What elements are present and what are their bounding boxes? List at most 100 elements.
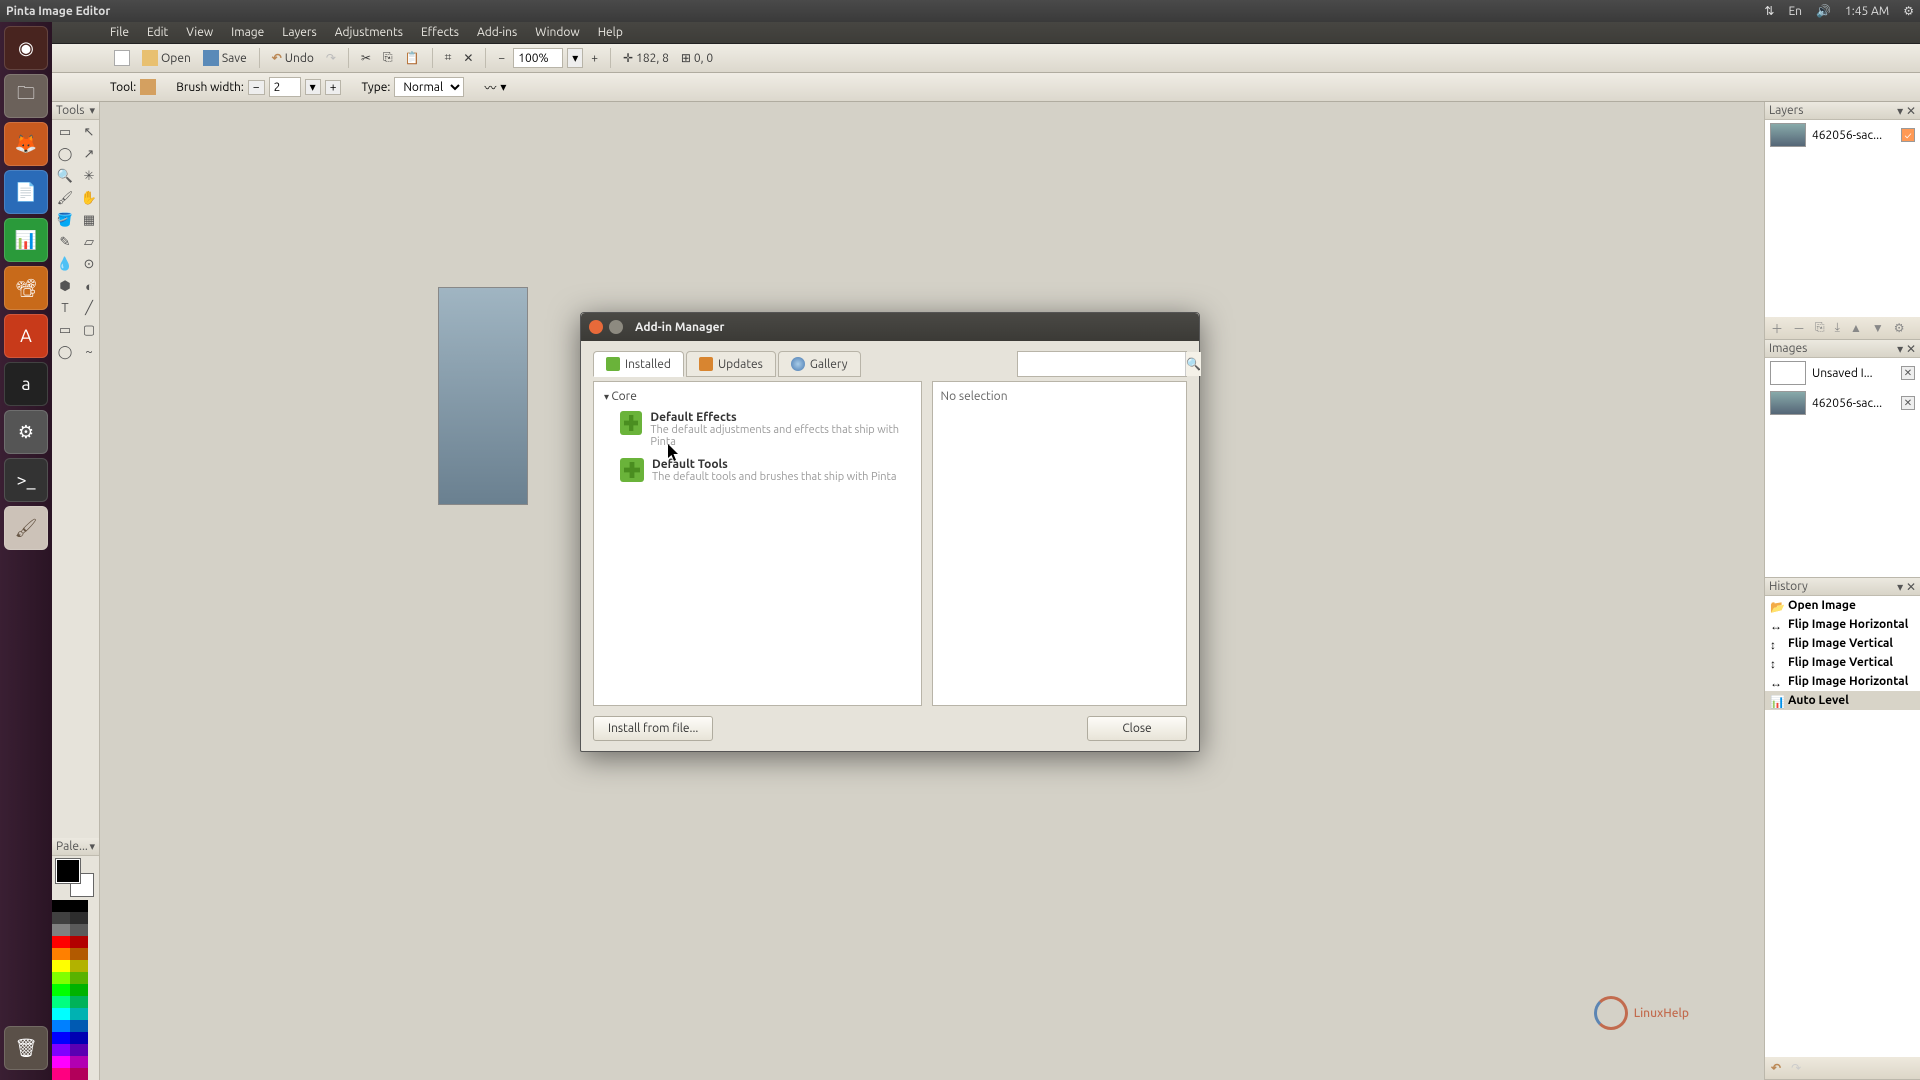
stroke-style-icon[interactable]: 〰 — [484, 79, 496, 96]
dialog-minimize-icon[interactable] — [609, 320, 623, 334]
calc-icon[interactable]: 📊 — [4, 218, 48, 262]
swatch[interactable] — [52, 948, 70, 960]
dialog-titlebar[interactable]: Add-in Manager — [581, 313, 1199, 341]
layer-row[interactable]: 462056-sac...✓ — [1765, 120, 1920, 150]
zoom-out-button[interactable]: − — [494, 50, 509, 67]
brush-type-select[interactable]: Normal — [394, 77, 464, 97]
pinta-icon[interactable]: 🖌 — [4, 506, 48, 550]
swatch[interactable] — [52, 960, 70, 972]
history-item[interactable]: ↔Flip Image Horizontal — [1765, 615, 1920, 634]
wand-tool[interactable]: ✳ — [78, 166, 100, 186]
color-swatches[interactable] — [52, 900, 99, 1080]
menu-adjustments[interactable]: Adjustments — [335, 26, 403, 39]
swatch[interactable] — [52, 924, 70, 936]
ellipse-tool[interactable]: ◯ — [54, 342, 76, 362]
zoom-input[interactable] — [513, 48, 563, 68]
tab-updates[interactable]: Updates — [686, 351, 776, 377]
firefox-icon[interactable]: 🦊 — [4, 122, 48, 166]
menu-help[interactable]: Help — [598, 26, 623, 39]
deselect-button[interactable]: ✕ — [459, 49, 477, 67]
zoom-dropdown-icon[interactable]: ▾ — [567, 48, 583, 68]
text-tool[interactable]: T — [54, 298, 76, 318]
swatch[interactable] — [70, 1020, 88, 1032]
zoom-tool[interactable]: 🔍 — [54, 166, 76, 186]
history-minimize-icon[interactable]: ▾ — [1897, 581, 1903, 594]
redo-button[interactable]: ↷ — [322, 49, 340, 67]
swatch[interactable] — [52, 1068, 70, 1080]
swatch[interactable] — [52, 1044, 70, 1056]
swatch[interactable] — [52, 1056, 70, 1068]
swatch[interactable] — [70, 900, 88, 912]
settings-icon[interactable]: ⚙ — [4, 410, 48, 454]
lasso-tool[interactable]: ◯ — [54, 144, 76, 164]
delete-layer-icon[interactable]: － — [1793, 320, 1805, 337]
history-close-icon[interactable]: ✕ — [1906, 581, 1916, 594]
color-select-tool[interactable]: ◐ — [78, 276, 100, 296]
swatch[interactable] — [70, 1044, 88, 1056]
save-button[interactable]: Save — [199, 48, 251, 68]
dash-icon[interactable]: ◉ — [4, 26, 48, 70]
crop-button[interactable]: ⌗ — [441, 49, 456, 67]
brush-width-minus[interactable]: − — [248, 80, 265, 95]
addin-search[interactable]: 🔍 — [1017, 351, 1187, 377]
swatch[interactable] — [52, 900, 70, 912]
clock[interactable]: 1:45 AM — [1845, 5, 1889, 18]
swatch[interactable] — [52, 1008, 70, 1020]
network-icon[interactable]: ⇅ — [1764, 4, 1774, 18]
menu-effects[interactable]: Effects — [421, 26, 459, 39]
addin-item[interactable]: Default ToolsThe default tools and brush… — [602, 454, 913, 489]
swatch[interactable] — [70, 960, 88, 972]
swatch[interactable] — [70, 924, 88, 936]
swatch[interactable] — [70, 1068, 88, 1080]
sound-icon[interactable]: 🔊 — [1816, 4, 1831, 18]
history-item[interactable]: 📊Auto Level — [1765, 691, 1920, 710]
history-item[interactable]: ↔Flip Image Horizontal — [1765, 672, 1920, 691]
swatch[interactable] — [52, 972, 70, 984]
paintbrush-tool[interactable]: 🖌 — [54, 188, 76, 208]
rounded-rect-tool[interactable]: ▢ — [78, 320, 100, 340]
image-close-icon[interactable]: ✕ — [1901, 396, 1915, 410]
paste-button[interactable]: 📋 — [401, 49, 424, 67]
tools-panel-dropdown-icon[interactable]: ▾ — [89, 104, 95, 117]
swatch[interactable] — [70, 996, 88, 1008]
history-item[interactable]: ↕Flip Image Vertical — [1765, 653, 1920, 672]
tab-installed[interactable]: Installed — [593, 351, 684, 377]
move-tool[interactable]: ↖ — [78, 122, 100, 142]
rect-tool[interactable]: ▭ — [54, 320, 76, 340]
layer-props-icon[interactable]: ⚙ — [1894, 321, 1905, 335]
writer-icon[interactable]: 📄 — [4, 170, 48, 214]
stroke-style-dropdown[interactable]: ▾ — [500, 80, 506, 94]
canvas-area[interactable]: Add-in Manager Installed Updates Gallery… — [100, 102, 1764, 1080]
undo-button[interactable]: ↶Undo — [268, 49, 318, 67]
menu-addins[interactable]: Add-ins — [477, 26, 517, 39]
history-item[interactable]: ↕Flip Image Vertical — [1765, 634, 1920, 653]
swatch[interactable] — [52, 1032, 70, 1044]
open-button[interactable]: Open — [138, 48, 195, 68]
swatch[interactable] — [70, 936, 88, 948]
pan-tool[interactable]: ✋ — [78, 188, 100, 208]
history-item[interactable]: 📂Open Image — [1765, 596, 1920, 615]
menu-file[interactable]: File — [110, 26, 129, 39]
bucket-tool[interactable]: 🪣 — [54, 210, 76, 230]
image-close-icon[interactable]: ✕ — [1901, 366, 1915, 380]
layers-close-icon[interactable]: ✕ — [1906, 105, 1916, 118]
swatch[interactable] — [52, 936, 70, 948]
search-button[interactable]: 🔍 — [1185, 352, 1201, 376]
brush-width-input[interactable] — [269, 77, 301, 97]
history-redo-icon[interactable]: ↷ — [1791, 1061, 1801, 1075]
layers-minimize-icon[interactable]: ▾ — [1897, 105, 1903, 118]
swatch[interactable] — [52, 984, 70, 996]
addin-category-core[interactable]: Core — [602, 388, 913, 407]
move-up-icon[interactable]: ▲ — [1850, 321, 1862, 335]
terminal-icon[interactable]: >_ — [4, 458, 48, 502]
new-button[interactable] — [110, 48, 134, 68]
swatch[interactable] — [52, 1020, 70, 1032]
freeform-tool[interactable]: ~ — [78, 342, 100, 362]
gradient-tool[interactable]: ▦ — [78, 210, 100, 230]
dialog-close-icon[interactable] — [589, 320, 603, 334]
recolor-tool[interactable]: ⬢ — [54, 276, 76, 296]
software-center-icon[interactable]: A — [4, 314, 48, 358]
trash-icon[interactable]: 🗑 — [4, 1026, 48, 1070]
duplicate-layer-icon[interactable]: ⎘ — [1815, 321, 1825, 335]
zoom-in-button[interactable]: + — [587, 50, 602, 67]
